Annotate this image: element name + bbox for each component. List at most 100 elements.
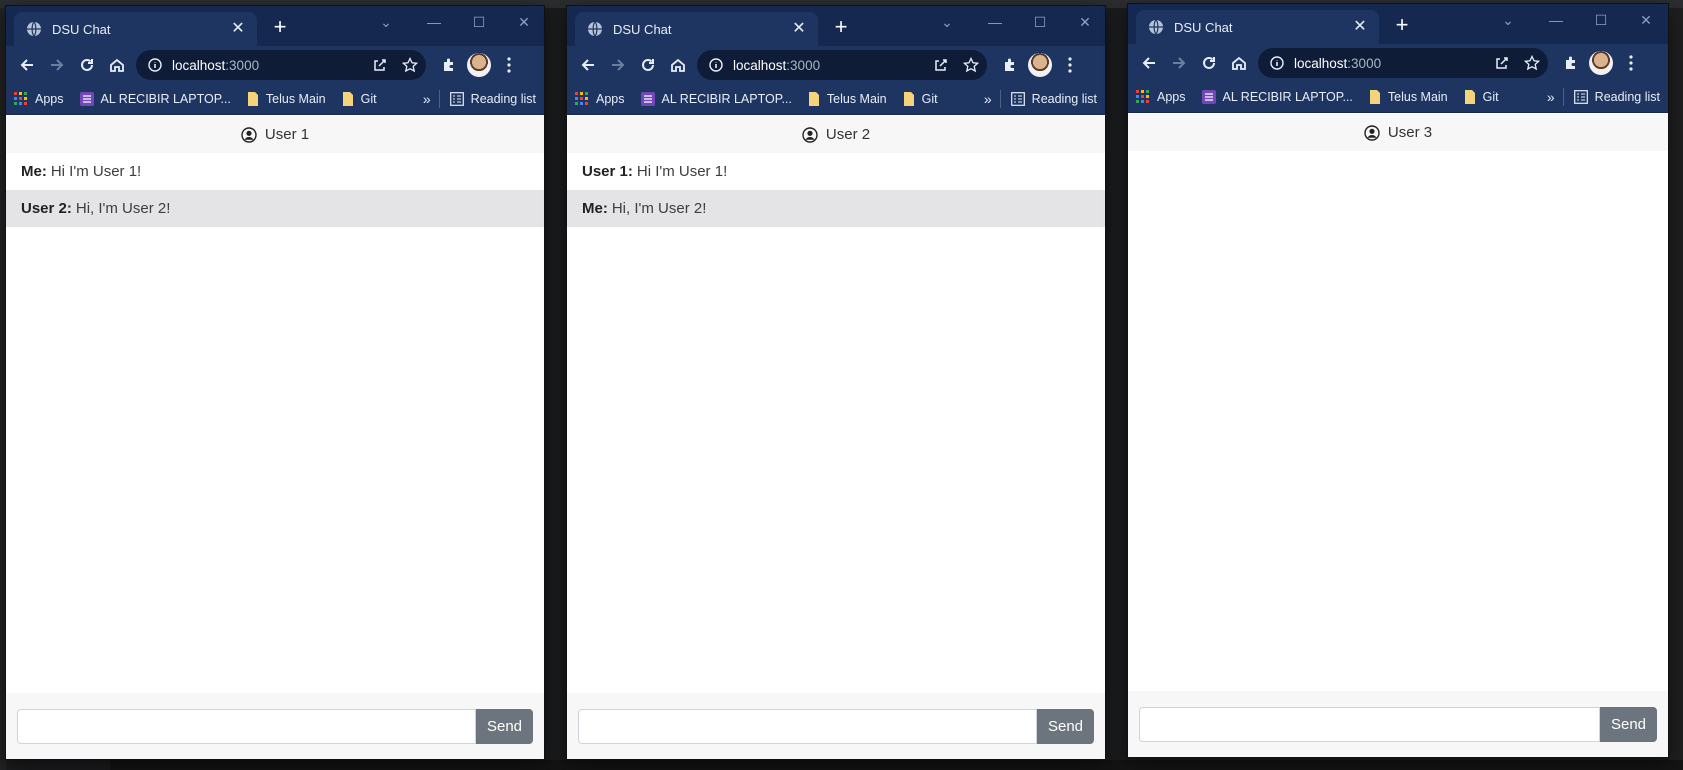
back-arrow-icon[interactable] [573,50,603,80]
close-window-button[interactable]: ✕ [1636,12,1656,29]
folder-icon [808,92,820,106]
current-user-label: User 3 [1387,124,1433,141]
reading-list[interactable]: Reading list [1573,90,1660,104]
share-icon[interactable] [933,57,949,73]
reading-list[interactable]: Reading list [1010,92,1097,106]
bookmarks-divider [999,90,1001,108]
back-arrow-icon[interactable] [1134,48,1164,78]
more-bookmarks-chevron-icon[interactable]: » [984,91,992,107]
maximize-button[interactable]: ☐ [469,14,489,31]
forward-arrow-icon[interactable] [603,50,633,80]
url-host: localhost [1294,55,1348,71]
bookmark-git[interactable]: Git [903,92,938,106]
close-tab-icon[interactable]: ✕ [1351,18,1369,36]
new-tab-button[interactable]: + [268,16,292,40]
extensions-puzzle-icon[interactable] [1556,48,1586,78]
menu-kebab-icon[interactable] [1616,48,1646,78]
browser-tab[interactable]: DSU Chat ✕ [1136,10,1379,44]
bookmark-git[interactable]: Git [1464,90,1499,104]
tab-search-icon[interactable]: ⌄ [1498,12,1518,29]
maximize-button[interactable]: ☐ [1591,12,1611,29]
profile-avatar[interactable] [1586,48,1616,78]
bookmark-al-recibir[interactable]: AL RECIBIR LAPTOP... [640,92,792,106]
profile-avatar[interactable] [1025,50,1055,80]
extensions-puzzle-icon[interactable] [995,50,1025,80]
bookmark-star-icon[interactable] [963,57,979,73]
site-info-icon[interactable] [709,58,723,72]
bookmark-apps[interactable]: Apps [14,92,64,106]
apps-grid-icon [1136,90,1150,104]
close-tab-icon[interactable]: ✕ [790,20,808,38]
share-icon[interactable] [372,57,388,73]
message-input[interactable] [1139,706,1600,742]
share-icon[interactable] [1494,55,1510,71]
bookmark-telus-main[interactable]: Telus Main [1369,90,1448,104]
home-icon[interactable] [663,50,693,80]
close-tab-icon[interactable]: ✕ [229,20,247,38]
bookmark-label: AL RECIBIR LAPTOP... [661,92,792,106]
bookmark-telus-main[interactable]: Telus Main [247,92,326,106]
bookmark-label: AL RECIBIR LAPTOP... [100,92,231,106]
menu-kebab-icon[interactable] [494,50,524,80]
bookmark-git[interactable]: Git [342,92,377,106]
forms-icon [640,92,655,106]
send-button[interactable]: Send [1600,706,1657,742]
profile-avatar[interactable] [464,50,494,80]
chat-header: User 1 [6,116,544,153]
message-row: User 1: Hi I'm User 1! [567,153,1105,190]
bookmark-star-icon[interactable] [1524,55,1540,71]
reading-list[interactable]: Reading list [449,92,536,106]
reading-list-icon [1010,92,1025,106]
bookmark-apps[interactable]: Apps [575,92,625,106]
browser-tab[interactable]: DSU Chat ✕ [575,12,818,46]
forward-arrow-icon[interactable] [42,50,72,80]
bookmark-al-recibir[interactable]: AL RECIBIR LAPTOP... [79,92,231,106]
reload-icon[interactable] [633,50,663,80]
new-tab-button[interactable]: + [829,16,853,40]
tab-title: DSU Chat [613,21,672,37]
minimize-button[interactable]: — [1546,12,1566,28]
extensions-puzzle-icon[interactable] [434,50,464,80]
address-bar[interactable]: localhost:3000 [136,50,426,80]
message-input[interactable] [578,708,1037,744]
bookmark-telus-main[interactable]: Telus Main [808,92,887,106]
minimize-button[interactable]: — [424,14,444,30]
menu-kebab-icon[interactable] [1055,50,1085,80]
bookmark-al-recibir[interactable]: AL RECIBIR LAPTOP... [1201,90,1353,104]
globe-icon [1148,19,1164,35]
message-input[interactable] [17,708,476,744]
url-host: localhost [172,57,226,73]
address-bar[interactable]: localhost:3000 [1258,48,1548,78]
browser-tab[interactable]: DSU Chat ✕ [14,12,257,46]
tab-search-icon[interactable]: ⌄ [376,14,396,31]
forward-arrow-icon[interactable] [1164,48,1194,78]
site-info-icon[interactable] [148,58,162,72]
chat-footer: Send [567,693,1105,759]
bookmark-star-icon[interactable] [402,57,418,73]
send-button[interactable]: Send [476,708,533,744]
site-info-icon[interactable] [1270,56,1284,70]
folder-icon [247,92,259,106]
bookmark-label: Apps [596,92,625,106]
bookmarks-bar: Apps AL RECIBIR LAPTOP... Telus Main Git… [6,84,544,115]
reload-icon[interactable] [1194,48,1224,78]
minimize-button[interactable]: — [985,14,1005,30]
message-text: Hi, I'm User 2! [75,200,171,217]
back-arrow-icon[interactable] [12,50,42,80]
send-button[interactable]: Send [1037,708,1094,744]
home-icon[interactable] [1224,48,1254,78]
reload-icon[interactable] [72,50,102,80]
address-bar[interactable]: localhost:3000 [697,50,987,80]
bookmark-apps[interactable]: Apps [1136,90,1186,104]
more-bookmarks-chevron-icon[interactable]: » [1547,89,1555,105]
close-window-button[interactable]: ✕ [514,14,534,31]
more-bookmarks-chevron-icon[interactable]: » [423,91,431,107]
home-icon[interactable] [102,50,132,80]
tab-search-icon[interactable]: ⌄ [937,14,957,31]
desktop-background-right [1668,8,1683,770]
current-user-label: User 2 [825,126,871,143]
message-sender: Me: [582,200,608,217]
maximize-button[interactable]: ☐ [1030,14,1050,31]
close-window-button[interactable]: ✕ [1075,14,1095,31]
new-tab-button[interactable]: + [1390,14,1414,38]
